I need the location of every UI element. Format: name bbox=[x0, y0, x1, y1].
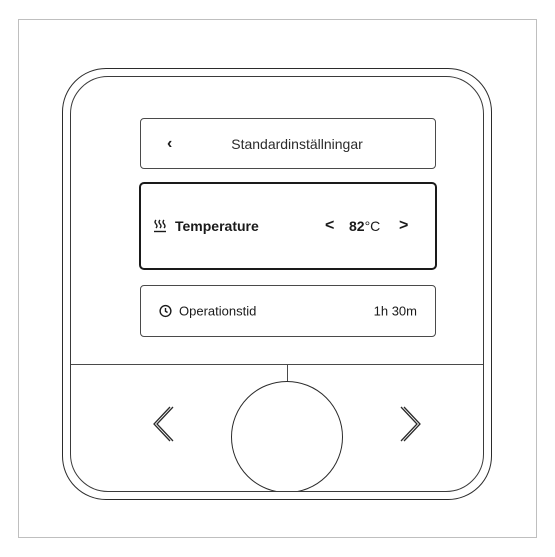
operation-time-label: Operationstid bbox=[179, 303, 257, 319]
temperature-decrease-button[interactable]: < bbox=[325, 218, 334, 234]
operation-time-value: 1h 30m bbox=[373, 303, 417, 319]
device-face: ‹ Standardinställningar Temperature < 82… bbox=[70, 76, 484, 492]
button-panel bbox=[71, 364, 483, 491]
temperature-increase-button[interactable]: > bbox=[399, 218, 408, 234]
arrow-right-icon[interactable] bbox=[395, 401, 425, 447]
heating-icon bbox=[154, 219, 166, 233]
arrow-left-icon[interactable] bbox=[149, 401, 179, 447]
clock-icon bbox=[159, 304, 172, 318]
operation-time-row[interactable]: Operationstid 1h 30m bbox=[140, 285, 436, 337]
temperature-value: 82°C bbox=[349, 218, 380, 234]
temperature-label: Temperature bbox=[175, 218, 259, 234]
rotary-knob[interactable] bbox=[231, 381, 343, 491]
header-title: Standardinställningar bbox=[231, 135, 363, 152]
temperature-row[interactable]: Temperature < 82°C > bbox=[139, 182, 437, 270]
divider-line bbox=[287, 365, 288, 382]
temperature-unit: °C bbox=[364, 218, 381, 234]
header-row[interactable]: ‹ Standardinställningar bbox=[140, 118, 436, 169]
temperature-number: 82 bbox=[349, 218, 365, 234]
thermostat-device: ‹ Standardinställningar Temperature < 82… bbox=[62, 68, 492, 500]
